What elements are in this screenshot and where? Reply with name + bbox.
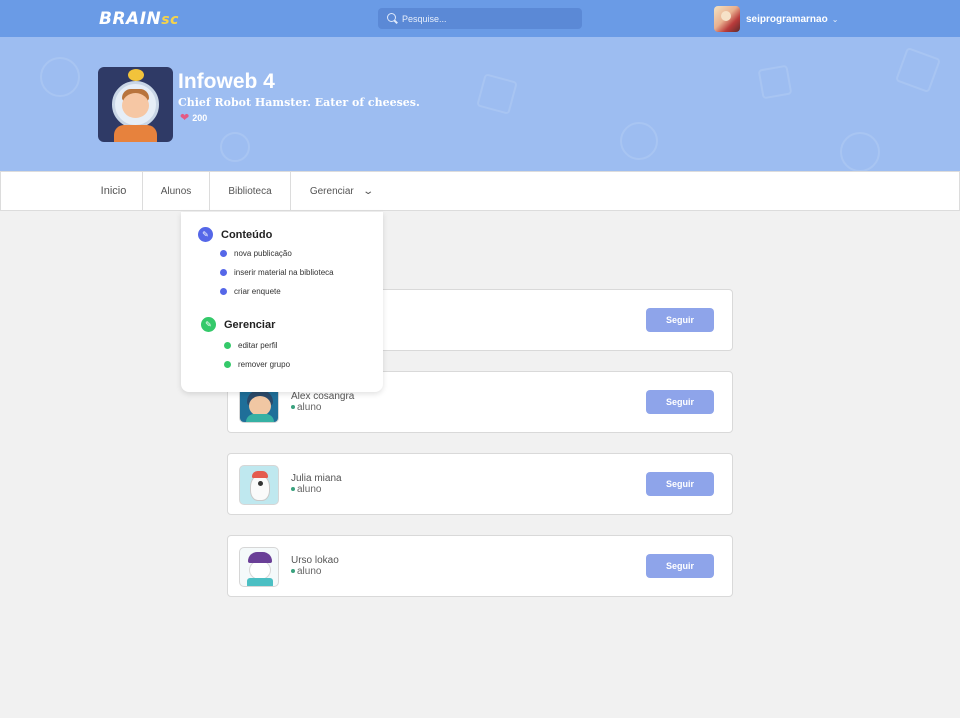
banner-pattern-decoration <box>220 132 250 162</box>
banner-pattern-decoration <box>840 132 880 171</box>
brainsc-logo[interactable]: BRAINsc <box>99 9 179 29</box>
dropdown-section-title: Gerenciar <box>224 318 276 331</box>
menu-item-label: inserir material na biblioteca <box>234 268 334 277</box>
user-avatar[interactable] <box>714 6 740 32</box>
avatar-part <box>258 481 263 486</box>
member-role: aluno <box>291 565 321 577</box>
banner-pattern-decoration <box>476 73 518 115</box>
member-avatar[interactable] <box>239 465 279 505</box>
status-dot <box>291 569 295 573</box>
tab-alunos[interactable]: Alunos <box>143 172 210 210</box>
tab-inicio[interactable]: Inicio <box>85 172 143 210</box>
avatar-part <box>248 552 272 563</box>
menu-item-remover-grupo[interactable]: remover grupo <box>224 360 290 369</box>
avatar-part <box>247 578 273 586</box>
member-role: aluno <box>291 483 321 495</box>
avatar-part <box>114 125 157 142</box>
heart-icon[interactable]: ❤ <box>180 113 189 124</box>
follow-button[interactable]: Seguir <box>646 554 714 578</box>
menu-item-label: nova publicação <box>234 249 292 258</box>
menu-item-nova-publicacao[interactable]: nova publicação <box>220 249 292 258</box>
gerenciar-dropdown-menu: ✎ Conteúdo nova publicação inserir mater… <box>181 212 383 392</box>
member-role-label: aluno <box>297 483 322 495</box>
member-card: Julia miana aluno Seguir <box>227 453 733 515</box>
group-title: Infoweb 4 <box>178 70 275 93</box>
tab-label: Gerenciar <box>309 185 354 197</box>
likes-count: 200 <box>192 113 208 123</box>
banner-pattern-decoration <box>620 122 658 160</box>
menu-item-criar-enquete[interactable]: criar enquete <box>220 287 281 296</box>
member-card: Urso lokao aluno Seguir <box>227 535 733 597</box>
user-menu[interactable]: seiprogramarnao ⌄ <box>714 6 838 32</box>
chevron-down-icon[interactable]: ⌄ <box>362 186 374 197</box>
member-avatar[interactable] <box>239 547 279 587</box>
search-input[interactable] <box>402 11 572 26</box>
follow-button[interactable]: Seguir <box>646 472 714 496</box>
menu-item-label: criar enquete <box>234 287 281 296</box>
bullet-dot <box>220 269 227 276</box>
user-name[interactable]: seiprogramarnao <box>746 14 828 25</box>
bullet-dot <box>220 288 227 295</box>
chevron-down-icon[interactable]: ⌄ <box>832 15 839 24</box>
member-role-label: aluno <box>297 401 322 413</box>
tab-label: Inicio <box>100 185 127 197</box>
banner-pattern-decoration <box>757 64 793 100</box>
menu-item-label: editar perfil <box>238 341 278 350</box>
tab-label: Biblioteca <box>228 185 272 197</box>
follow-button[interactable]: Seguir <box>646 390 714 414</box>
avatar-part <box>252 471 268 478</box>
dropdown-section-gerenciar: ✎ Gerenciar <box>201 317 275 332</box>
avatar-part <box>249 396 271 416</box>
follow-button[interactable]: Seguir <box>646 308 714 332</box>
bullet-dot <box>220 250 227 257</box>
dropdown-section-title: Conteúdo <box>221 228 273 241</box>
bullet-dot <box>224 361 231 368</box>
tab-biblioteca[interactable]: Biblioteca <box>210 172 291 210</box>
group-tab-bar: Inicio Alunos Biblioteca Gerenciar ⌄ <box>0 171 960 211</box>
group-description: Chief Robot Hamster. Eater of cheeses. <box>178 96 420 109</box>
group-avatar <box>98 67 173 142</box>
member-role-label: aluno <box>297 565 322 577</box>
logo-accent-text: sc <box>161 12 179 28</box>
tab-label: Alunos <box>160 185 192 197</box>
search-box[interactable] <box>378 8 582 29</box>
pencil-icon: ✎ <box>201 317 216 332</box>
avatar-part <box>250 475 270 501</box>
status-dot <box>291 487 295 491</box>
banner-pattern-decoration <box>894 46 942 94</box>
group-likes[interactable]: ❤ 200 <box>180 112 207 124</box>
search-icon <box>387 13 396 22</box>
banner-pattern-decoration <box>40 57 80 97</box>
pencil-icon: ✎ <box>198 227 213 242</box>
menu-item-editar-perfil[interactable]: editar perfil <box>224 341 278 350</box>
dropdown-section-conteudo: ✎ Conteúdo <box>198 227 272 242</box>
menu-item-inserir-material[interactable]: inserir material na biblioteca <box>220 268 334 277</box>
menu-item-label: remover grupo <box>238 360 291 369</box>
avatar-part <box>246 414 274 422</box>
tab-gerenciar[interactable]: Gerenciar ⌄ <box>291 172 391 210</box>
avatar-part <box>128 69 144 81</box>
member-role: aluno <box>291 401 321 413</box>
logo-main-text: BRAIN <box>99 9 162 29</box>
avatar-part <box>122 93 149 118</box>
status-dot <box>291 405 295 409</box>
bullet-dot <box>224 342 231 349</box>
avatar-part <box>249 560 271 580</box>
top-navigation-bar: BRAINsc seiprogramarnao ⌄ <box>0 0 960 37</box>
